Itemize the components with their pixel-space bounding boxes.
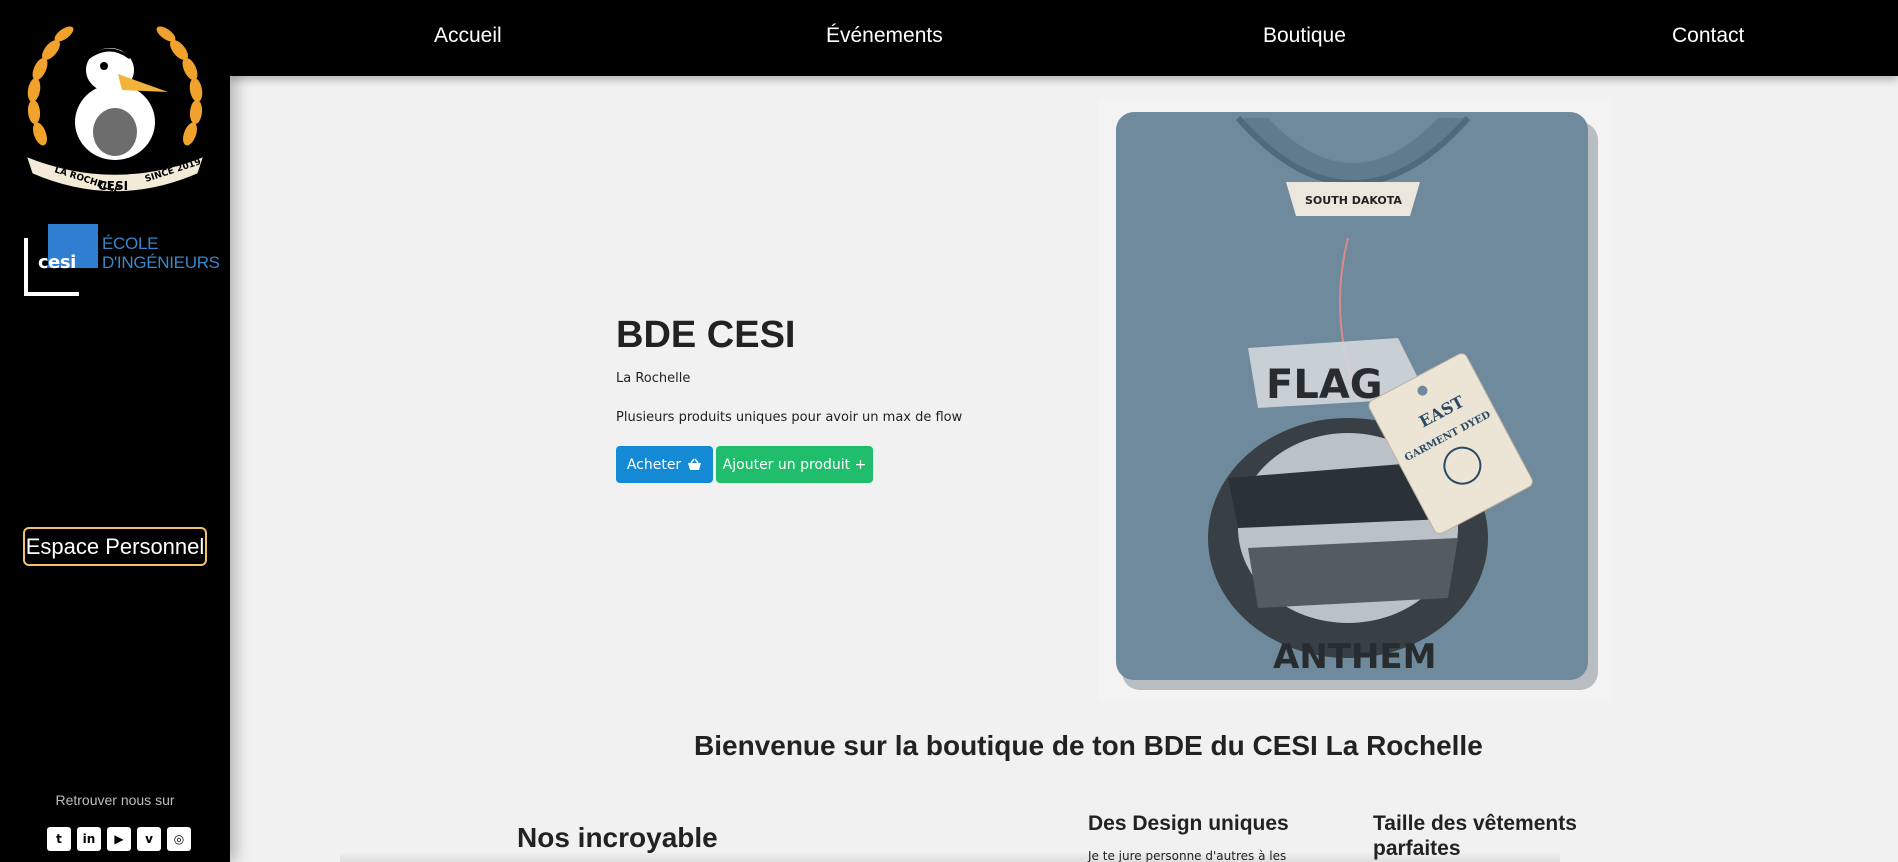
- social-links: t in ▶ v ◎: [47, 827, 191, 851]
- hero-subtitle: La Rochelle: [616, 371, 691, 386]
- youtube-icon[interactable]: ▶: [107, 827, 131, 851]
- cesi-logo-word: cesi: [38, 252, 76, 273]
- product-tshirt-image: SOUTH DAKOTA FLAG ANTHEM EAST GARMENT DY…: [1098, 98, 1613, 702]
- viadeo-icon[interactable]: v: [137, 827, 161, 851]
- sidebar: LA ROCHELLE SINCE 2019 CESI cesi ÉCOLE D…: [0, 0, 230, 862]
- card-shadow: [340, 852, 1560, 862]
- shirt-print-bottom: ANTHEM: [1273, 637, 1436, 677]
- cesi-logo-tagline: ÉCOLE D'INGÉNIEURS: [102, 234, 220, 272]
- welcome-heading: Bienvenue sur la boutique de ton BDE du …: [694, 730, 1483, 761]
- espace-personnel-button[interactable]: Espace Personnel: [23, 527, 207, 566]
- feature-main-title: Nos incroyable: [517, 822, 718, 853]
- hero-title: BDE CESI: [616, 314, 796, 356]
- buy-button[interactable]: Acheter: [616, 446, 713, 483]
- top-navigation: Accueil Événements Boutique Contact: [230, 0, 1898, 76]
- bde-logo[interactable]: LA ROCHELLE SINCE 2019 CESI: [18, 14, 212, 194]
- twitter-icon[interactable]: t: [47, 827, 71, 851]
- buy-button-label: Acheter: [626, 456, 682, 473]
- nav-evenements[interactable]: Événements: [826, 24, 943, 48]
- bde-logo-bottom-text: CESI: [98, 179, 128, 193]
- basket-icon: [688, 458, 702, 470]
- hero-description: Plusieurs produits uniques pour avoir un…: [616, 410, 963, 425]
- cesi-school-logo[interactable]: cesi ÉCOLE D'INGÉNIEURS: [24, 224, 220, 296]
- cesi-logo-line2: D'INGÉNIEURS: [102, 253, 220, 272]
- feature-design-title: Des Design uniques: [1088, 812, 1289, 835]
- linkedin-icon[interactable]: in: [77, 827, 101, 851]
- add-product-button[interactable]: Ajouter un produit +: [716, 446, 873, 483]
- cesi-logo-line1: ÉCOLE: [102, 234, 159, 253]
- nav-boutique[interactable]: Boutique: [1263, 24, 1346, 48]
- collar-label-text: SOUTH DAKOTA: [1305, 194, 1402, 207]
- nav-accueil[interactable]: Accueil: [434, 24, 502, 48]
- nav-contact[interactable]: Contact: [1672, 24, 1744, 48]
- instagram-icon[interactable]: ◎: [167, 827, 191, 851]
- follow-us-label: Retrouver nous sur: [55, 792, 175, 808]
- shirt-print-top: FLAG: [1266, 362, 1383, 408]
